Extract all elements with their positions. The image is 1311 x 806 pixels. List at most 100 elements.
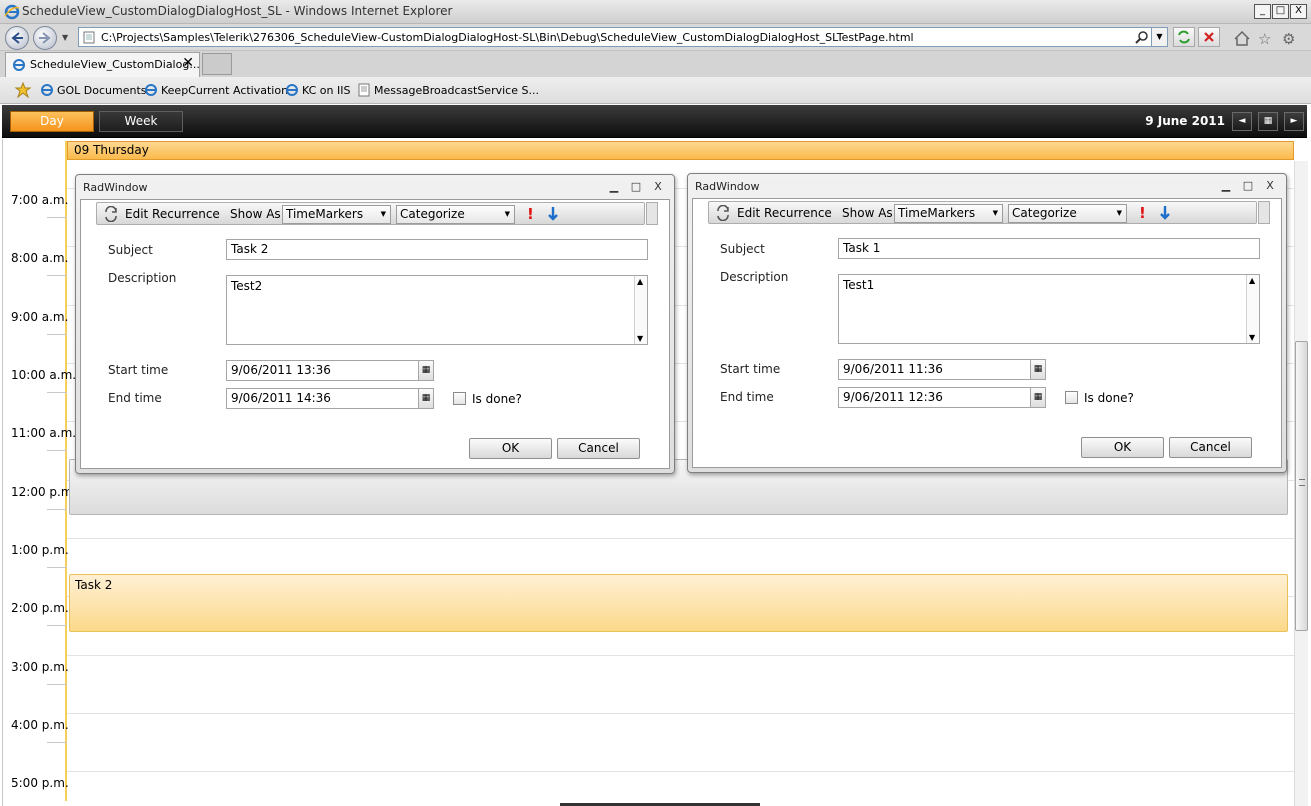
scroll-down-icon[interactable]: ▼ — [1249, 333, 1255, 342]
week-view-button[interactable]: Week — [99, 111, 183, 132]
favorite-link-keepcurrent[interactable]: KeepCurrent Activation — [144, 83, 288, 97]
scroll-up-icon[interactable]: ▲ — [1249, 276, 1255, 285]
edit-recurrence-button[interactable]: Edit Recurrence — [125, 207, 220, 221]
start-calendar-button[interactable]: ▦ — [1030, 360, 1045, 379]
high-importance-icon[interactable]: ! — [527, 205, 534, 223]
description-textarea[interactable]: Test2 ▲ ▼ — [226, 275, 648, 345]
appointment-subject: Task 2 — [75, 578, 113, 592]
description-scrollbar[interactable]: ▲ ▼ — [634, 276, 647, 344]
address-dropdown-icon[interactable]: ▼ — [1151, 28, 1167, 46]
next-button[interactable]: ► — [1284, 112, 1304, 131]
description-text: Test2 — [231, 279, 263, 293]
description-text: Test1 — [843, 278, 875, 292]
high-importance-icon[interactable]: ! — [1139, 204, 1146, 222]
search-icon[interactable] — [1135, 30, 1149, 44]
forward-button[interactable] — [33, 26, 57, 50]
categorize-select[interactable]: Categorize ▼ — [1008, 204, 1127, 223]
calendar-button[interactable]: ▦ — [1258, 112, 1278, 131]
ok-button[interactable]: OK — [1081, 437, 1164, 458]
browser-tab[interactable]: ScheduleView_CustomDialog... ✕ — [5, 52, 200, 77]
hour-label: 10:00 a.m. — [11, 368, 77, 382]
back-button[interactable] — [5, 26, 29, 50]
tab-close-icon[interactable]: ✕ — [182, 55, 194, 71]
categorize-label: Categorize — [1012, 206, 1077, 220]
stop-button[interactable] — [1198, 27, 1220, 47]
new-tab-button[interactable] — [202, 53, 232, 75]
address-url[interactable]: C:\Projects\Samples\Telerik\276306_Sched… — [101, 31, 914, 44]
hour-label: 7:00 a.m. — [11, 193, 69, 207]
subject-input[interactable]: Task 2 — [226, 239, 648, 260]
favorite-link-kc-iis[interactable]: KC on IIS — [285, 83, 350, 97]
appointment-task-2[interactable]: Task 2 — [69, 574, 1288, 632]
half-hour-tick — [47, 742, 67, 743]
favorite-link-messagebroadcast[interactable]: MessageBroadcastService S... — [357, 83, 539, 97]
show-as-value: TimeMarkers — [286, 207, 364, 221]
hour-label: 2:00 p.m. — [11, 601, 69, 615]
maximize-button[interactable]: □ — [1272, 4, 1289, 19]
favorite-link-gol[interactable]: GOL Documents — [40, 83, 147, 97]
end-time-label: End time — [720, 390, 774, 404]
previous-button[interactable]: ◄ — [1232, 112, 1252, 131]
refresh-button[interactable] — [1173, 27, 1195, 47]
favorites-center-icon[interactable] — [14, 82, 32, 98]
minimize-button[interactable]: _ — [1254, 4, 1271, 19]
tab-label: ScheduleView_CustomDialog... — [30, 58, 200, 71]
toolbar-overflow-button[interactable] — [646, 202, 658, 225]
categorize-select[interactable]: Categorize ▼ — [396, 205, 515, 224]
hour-label: 12:00 p.m. — [11, 485, 77, 499]
tools-gear-icon[interactable]: ⚙ — [1282, 30, 1295, 48]
show-as-select[interactable]: TimeMarkers ▼ — [894, 204, 1003, 223]
hour-label: 5:00 p.m. — [11, 776, 69, 790]
description-label: Description — [720, 270, 789, 284]
edit-recurrence-button[interactable]: Edit Recurrence — [737, 206, 832, 220]
end-calendar-button[interactable]: ▦ — [418, 389, 433, 408]
subject-input[interactable]: Task 1 — [838, 238, 1260, 259]
hour-gridline — [67, 771, 1294, 772]
chevron-left-icon: ◄ — [1238, 116, 1246, 126]
show-as-select[interactable]: TimeMarkers ▼ — [282, 205, 391, 224]
address-bar[interactable]: C:\Projects\Samples\Telerik\276306_Sched… — [78, 27, 1168, 47]
dialog-minimize-icon[interactable]: ▁ — [1220, 179, 1232, 192]
scroll-down-icon[interactable]: ▼ — [637, 334, 643, 343]
description-scrollbar[interactable]: ▲ ▼ — [1246, 275, 1259, 343]
start-calendar-button[interactable]: ▦ — [418, 361, 433, 380]
low-importance-icon[interactable] — [547, 206, 559, 221]
scroll-up-icon[interactable]: ▲ — [637, 277, 643, 286]
dialog-maximize-icon[interactable]: □ — [1242, 179, 1254, 192]
calendar-icon: ▦ — [1033, 392, 1043, 402]
cancel-button[interactable]: Cancel — [557, 438, 640, 459]
start-time-input[interactable]: 9/06/2011 11:36 ▦ — [838, 359, 1046, 380]
ok-button[interactable]: OK — [469, 438, 552, 459]
toolbar-overflow-button[interactable] — [1258, 201, 1270, 224]
categorize-label: Categorize — [400, 207, 465, 221]
show-as-label: Show As — [230, 207, 281, 221]
start-time-label: Start time — [108, 363, 169, 377]
description-textarea[interactable]: Test1 ▲ ▼ — [838, 274, 1260, 344]
window-controls: _ □ X — [1254, 4, 1307, 19]
is-done-checkbox[interactable] — [453, 392, 466, 405]
day-view-button[interactable]: Day — [10, 111, 94, 132]
home-icon[interactable] — [1234, 31, 1250, 46]
end-time-input[interactable]: 9/06/2011 14:36 ▦ — [226, 388, 434, 409]
hour-label: 8:00 a.m. — [11, 251, 69, 265]
cancel-button[interactable]: Cancel — [1169, 437, 1252, 458]
dialog-close-icon[interactable]: X — [652, 180, 664, 193]
ie-page-icon — [41, 84, 53, 96]
favorites-bar: GOL Documents KeepCurrent Activation KC … — [0, 77, 1311, 104]
calendar-icon: ▦ — [1033, 364, 1043, 374]
subject-label: Subject — [720, 242, 765, 256]
end-time-input[interactable]: 9/06/2011 12:36 ▦ — [838, 387, 1046, 408]
dialog-maximize-icon[interactable]: □ — [630, 180, 642, 193]
close-button[interactable]: X — [1290, 4, 1307, 19]
low-importance-icon[interactable] — [1159, 205, 1171, 220]
end-calendar-button[interactable]: ▦ — [1030, 388, 1045, 407]
history-dropdown-icon[interactable]: ▼ — [62, 33, 68, 42]
dialog-minimize-icon[interactable]: ▁ — [608, 180, 620, 193]
dialog-close-icon[interactable]: X — [1264, 179, 1276, 192]
favorite-label: KeepCurrent Activation — [161, 83, 289, 97]
half-hour-tick — [47, 334, 67, 335]
start-time-input[interactable]: 9/06/2011 13:36 ▦ — [226, 360, 434, 381]
is-done-checkbox[interactable] — [1065, 391, 1078, 404]
favorites-star-icon[interactable]: ☆ — [1258, 30, 1271, 48]
vertical-scrollbar-thumb[interactable] — [1295, 341, 1308, 631]
